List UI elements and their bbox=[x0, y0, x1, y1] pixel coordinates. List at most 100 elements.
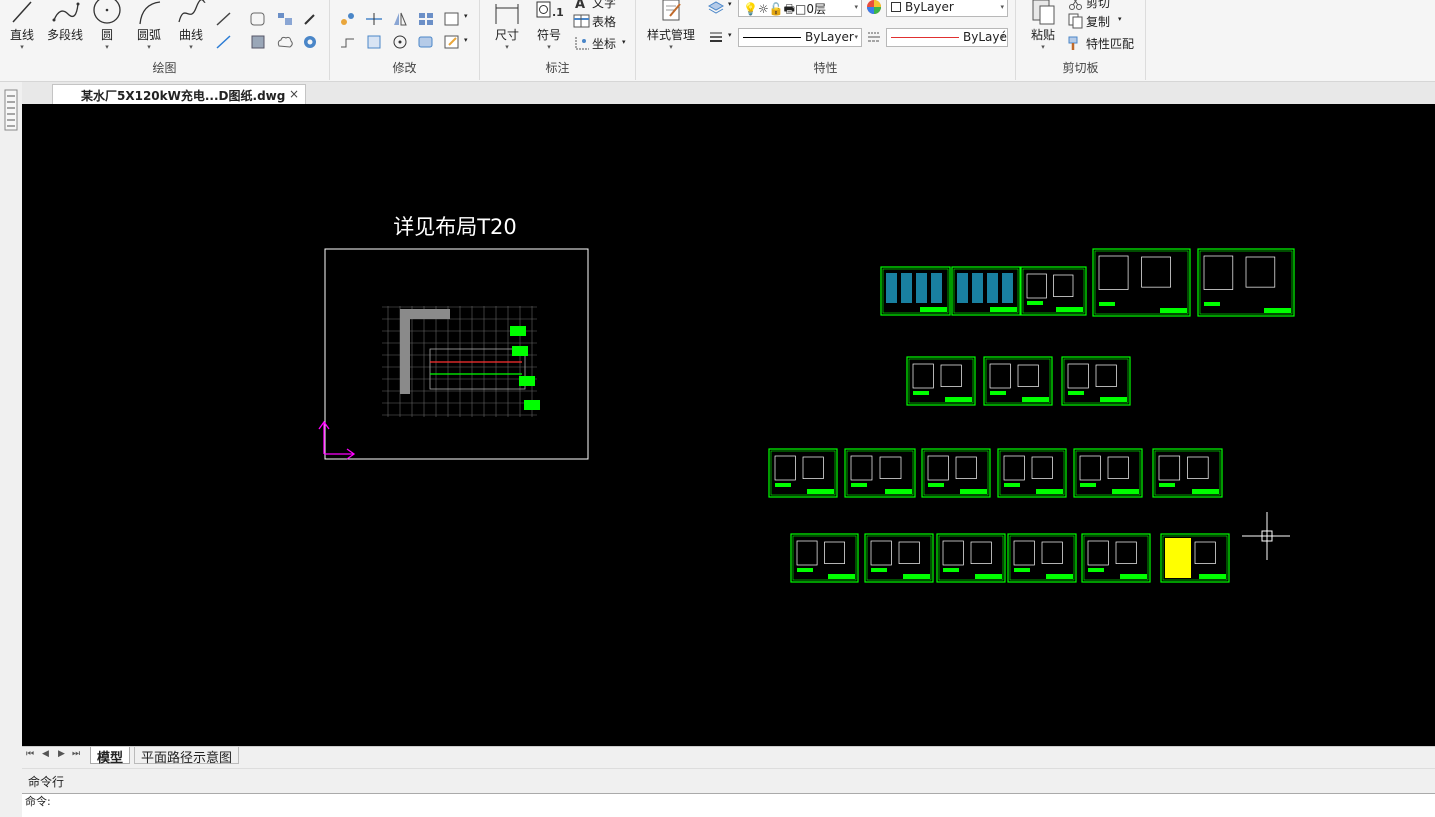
layout-frame bbox=[324, 248, 589, 460]
detail-drawing bbox=[1053, 274, 1074, 297]
document-tab[interactable]: 某水厂5X120kW充电...D图纸.dwg × bbox=[52, 84, 306, 104]
detail-drawing bbox=[879, 456, 902, 479]
scale-icon[interactable] bbox=[364, 33, 384, 51]
text-button[interactable]: 文字 bbox=[592, 0, 616, 11]
edit-icon[interactable] bbox=[442, 33, 462, 51]
layout-tab-bar: ⏮ ◀ ▶ ⏭ 模型 平面路径示意图 bbox=[22, 746, 1435, 766]
block-icon[interactable] bbox=[275, 10, 295, 28]
next-tab-icon[interactable]: ▶ bbox=[58, 749, 65, 759]
lineweight-combo[interactable]: ByLayé ▾ bbox=[886, 28, 1008, 47]
prev-tab-icon[interactable]: ◀ bbox=[42, 749, 49, 759]
coordinate-button[interactable]: 坐标 bbox=[592, 35, 616, 52]
panel-properties: 样式管理 ▾ ▾ 💡☼🔓🖶□0层 ▾ ByLayer ▾ ▾ ByLayer ▾ … bbox=[636, 0, 1016, 80]
tool-palette-icon[interactable] bbox=[2, 88, 20, 132]
rectangle-icon[interactable] bbox=[442, 10, 462, 28]
array-icon[interactable] bbox=[416, 10, 436, 28]
note-block bbox=[913, 391, 929, 395]
cut-button[interactable]: 剪切 bbox=[1086, 0, 1110, 11]
svg-text:.1: .1 bbox=[552, 6, 564, 19]
table-icon[interactable] bbox=[572, 12, 592, 30]
last-tab-icon[interactable]: ⏭ bbox=[72, 749, 80, 759]
close-icon[interactable]: × bbox=[289, 87, 299, 101]
title-block bbox=[920, 307, 947, 312]
match-properties-button[interactable]: 特性匹配 bbox=[1086, 35, 1134, 52]
note-block bbox=[1014, 568, 1030, 572]
detail-drawing bbox=[940, 364, 962, 387]
detail-drawing bbox=[1245, 256, 1276, 288]
circle-button[interactable]: 圆 ▾ bbox=[90, 0, 124, 51]
note-block bbox=[797, 568, 813, 572]
symbol-button[interactable]: .1 符号 ▾ bbox=[530, 0, 568, 51]
polyline-button[interactable]: 多段线 bbox=[42, 0, 88, 43]
donut-icon[interactable] bbox=[300, 33, 320, 51]
panel-title-annotate: 标注 bbox=[545, 61, 570, 75]
lineweight-icon[interactable] bbox=[706, 28, 726, 46]
color-swatch-icon: □ bbox=[795, 2, 807, 16]
detail-drawing bbox=[1141, 256, 1171, 288]
table-button[interactable]: 表格 bbox=[592, 13, 616, 30]
stretch-icon[interactable] bbox=[338, 33, 358, 51]
drawing-canvas[interactable]: 详见布局T20 bbox=[22, 104, 1435, 746]
panel-title-modify: 修改 bbox=[392, 61, 417, 75]
drawing-sheets bbox=[768, 248, 1295, 583]
coordinate-icon[interactable] bbox=[572, 34, 592, 52]
command-line-input[interactable]: 命令: bbox=[22, 793, 1435, 817]
title-block bbox=[945, 397, 972, 402]
point-icon[interactable] bbox=[300, 10, 320, 28]
chevron-down-icon: ▾ bbox=[1000, 3, 1004, 11]
line-button[interactable]: 直线 ▾ bbox=[4, 0, 40, 51]
tab-layout-path[interactable]: 平面路径示意图 bbox=[134, 747, 240, 766]
copy-icon[interactable] bbox=[1066, 12, 1086, 30]
tab-model[interactable]: 模型 bbox=[90, 747, 131, 766]
first-tab-icon[interactable]: ⏮ bbox=[26, 749, 34, 759]
title-block bbox=[1160, 308, 1187, 313]
linetype-manager-icon[interactable] bbox=[864, 28, 884, 46]
linetype-combo[interactable]: ByLayer ▾ bbox=[738, 28, 862, 47]
region-icon[interactable] bbox=[248, 10, 268, 28]
paste-button[interactable]: 粘贴 ▾ bbox=[1024, 0, 1062, 51]
circle-icon bbox=[93, 0, 121, 24]
detail-drawing bbox=[1187, 456, 1209, 479]
color-swatch-icon bbox=[891, 2, 901, 12]
detail-drawing bbox=[1115, 541, 1137, 564]
lightbulb-icon: 💡 bbox=[743, 2, 758, 16]
title-block bbox=[960, 489, 987, 494]
hatch-icon[interactable] bbox=[248, 33, 268, 51]
color-wheel-icon[interactable] bbox=[864, 0, 884, 16]
explode-icon[interactable] bbox=[416, 33, 436, 51]
trim-icon[interactable] bbox=[364, 10, 384, 28]
detail-drawing bbox=[1158, 455, 1181, 481]
note-block bbox=[1004, 483, 1020, 487]
symbol-icon: .1 bbox=[536, 1, 564, 19]
scissors-icon[interactable] bbox=[1066, 0, 1086, 12]
text-block bbox=[957, 273, 968, 303]
title-block bbox=[1100, 397, 1127, 402]
detail-drawing bbox=[1203, 255, 1234, 290]
lineweight-preview bbox=[891, 37, 959, 38]
mirror-icon[interactable] bbox=[390, 10, 410, 28]
ribbon: 直线 ▾ 多段线 圆 ▾ 圆弧 ▾ 曲线 ▾ 绘图 ▾ ▾ 修改 尺寸 ▾ .1… bbox=[0, 0, 1435, 82]
detail-drawing bbox=[824, 541, 845, 564]
match-properties-icon[interactable] bbox=[1066, 34, 1086, 52]
cloud-icon[interactable] bbox=[275, 33, 295, 51]
lock-icon: 🔓 bbox=[768, 2, 784, 16]
copy-button[interactable]: 复制 bbox=[1086, 13, 1110, 30]
title-block bbox=[1264, 308, 1291, 313]
style-manager-button[interactable]: 样式管理 ▾ bbox=[640, 0, 702, 51]
layer-manager-icon[interactable] bbox=[706, 0, 726, 16]
color-combo[interactable]: ByLayer ▾ bbox=[886, 0, 1008, 17]
note-block bbox=[1080, 483, 1096, 487]
dimension-button[interactable]: 尺寸 ▾ bbox=[488, 0, 526, 51]
rotate-icon[interactable] bbox=[390, 33, 410, 51]
ray-icon[interactable] bbox=[214, 33, 234, 51]
curve-button[interactable]: 曲线 ▾ bbox=[172, 0, 210, 51]
note-block bbox=[775, 483, 791, 487]
detail-drawing bbox=[850, 455, 873, 481]
arc-button[interactable]: 圆弧 ▾ bbox=[130, 0, 168, 51]
layer-combo[interactable]: 💡☼🔓🖶□0层 ▾ bbox=[738, 0, 862, 17]
text-icon[interactable]: A bbox=[572, 0, 592, 12]
copy-object-icon[interactable] bbox=[338, 10, 358, 28]
construction-line-icon[interactable] bbox=[214, 10, 234, 28]
note-block bbox=[1204, 302, 1220, 306]
panel-title-properties: 特性 bbox=[813, 61, 838, 75]
